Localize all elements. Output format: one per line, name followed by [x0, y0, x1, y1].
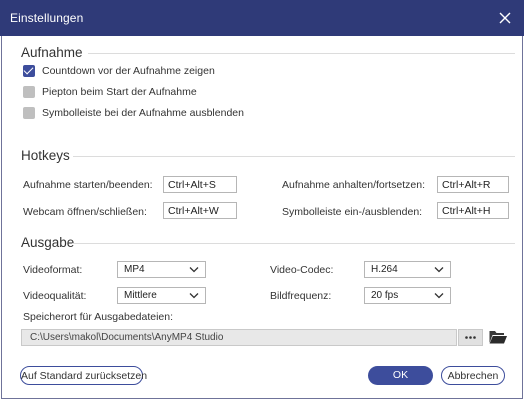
hotkey-label-toolbar: Symbolleiste ein-/ausblenden: — [282, 206, 423, 218]
save-location-label: Speicherort für Ausgabedateien: — [23, 311, 174, 323]
section-title-output: Ausgabe — [21, 235, 75, 250]
video-quality-value: Mittlere — [124, 290, 157, 301]
window-title: Einstellungen — [10, 11, 84, 25]
chevron-down-icon — [434, 267, 444, 273]
option-hide-toolbar[interactable]: Symbolleiste bei der Aufnahme ausblenden — [23, 106, 244, 120]
option-countdown[interactable]: Countdown vor der Aufnahme zeigen — [23, 64, 215, 78]
cancel-button[interactable]: Abbrechen — [441, 366, 505, 385]
video-codec-label: Video-Codec: — [270, 264, 334, 276]
video-codec-select[interactable]: H.264 — [364, 261, 451, 278]
frame-rate-value: 20 fps — [371, 290, 399, 301]
chevron-down-icon — [189, 267, 199, 273]
video-format-label: Videoformat: — [23, 264, 83, 276]
video-quality-label: Videoqualität: — [23, 290, 87, 302]
title-bar: Einstellungen — [0, 0, 524, 36]
frame-rate-select[interactable]: 20 fps — [364, 287, 451, 304]
hotkey-input-pause-resume[interactable]: Ctrl+Alt+R — [437, 176, 509, 193]
ok-button[interactable]: OK — [368, 366, 433, 385]
hotkey-label-webcam: Webcam öffnen/schließen: — [23, 206, 147, 218]
save-location-path[interactable]: C:\Users\makol\Documents\AnyMP4 Studio — [21, 329, 457, 346]
section-title-hotkeys: Hotkeys — [21, 148, 70, 163]
hotkey-input-start-stop[interactable]: Ctrl+Alt+S — [163, 176, 237, 193]
hotkey-input-toolbar[interactable]: Ctrl+Alt+H — [437, 202, 509, 219]
section-title-recording: Aufnahme — [21, 45, 83, 60]
checkbox-unchecked[interactable] — [23, 86, 35, 98]
video-format-select[interactable]: MP4 — [117, 261, 206, 278]
checkbox-unchecked[interactable] — [23, 107, 35, 119]
option-beep[interactable]: Piepton beim Start der Aufnahme — [23, 85, 197, 99]
video-quality-select[interactable]: Mittlere — [117, 287, 206, 304]
chevron-down-icon — [189, 293, 199, 299]
close-icon[interactable] — [495, 8, 515, 28]
folder-icon[interactable] — [488, 328, 508, 346]
section-divider — [73, 156, 515, 157]
more-dots-icon[interactable] — [458, 329, 483, 346]
video-format-value: MP4 — [124, 264, 145, 275]
section-divider — [88, 53, 515, 54]
section-divider — [72, 243, 515, 244]
hotkey-label-pause-resume: Aufnahme anhalten/fortsetzen: — [282, 179, 426, 191]
hotkey-label-start-stop: Aufnahme starten/beenden: — [23, 179, 153, 191]
frame-rate-label: Bildfrequenz: — [270, 290, 332, 302]
option-label: Symbolleiste bei der Aufnahme ausblenden — [42, 107, 244, 119]
option-label: Countdown vor der Aufnahme zeigen — [42, 65, 215, 77]
reset-defaults-button[interactable]: Auf Standard zurücksetzen — [20, 366, 147, 385]
hotkey-input-webcam[interactable]: Ctrl+Alt+W — [163, 202, 237, 219]
checkbox-checked[interactable] — [23, 65, 35, 77]
option-label: Piepton beim Start der Aufnahme — [42, 86, 197, 98]
chevron-down-icon — [434, 293, 444, 299]
video-codec-value: H.264 — [371, 264, 398, 275]
